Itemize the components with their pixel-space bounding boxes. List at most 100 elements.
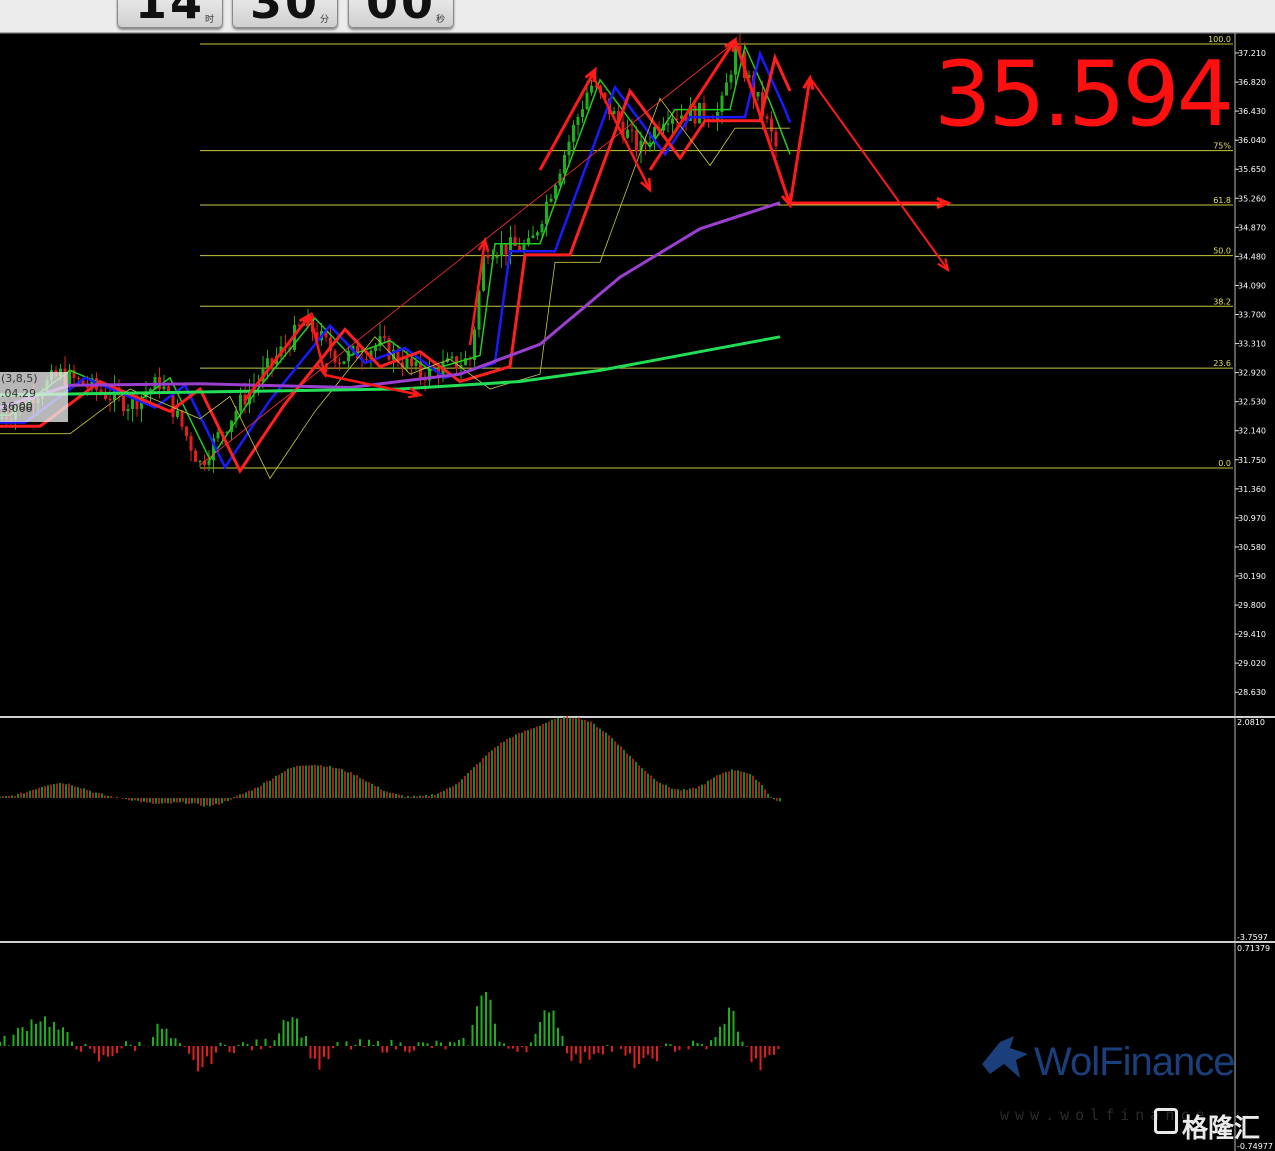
candle-body <box>671 118 674 124</box>
price-tick-label: 31.360 <box>1238 485 1266 494</box>
price-tick-label: 36.040 <box>1238 136 1266 145</box>
candle-body <box>162 386 166 390</box>
wolfinance-logo: WolFinance <box>980 1034 1250 1094</box>
price-tick-label: 34.870 <box>1238 223 1266 232</box>
wave-arrow-up <box>788 77 812 206</box>
current-price-label: 35.594 <box>934 42 1234 147</box>
price-tick-label: 30.580 <box>1238 543 1266 552</box>
ma-purple <box>0 201 781 410</box>
candle-body <box>500 243 503 257</box>
candle-body <box>77 377 80 379</box>
candle-body <box>194 450 197 462</box>
candle-body <box>504 243 508 255</box>
info-line-value: 3.066 <box>1 402 33 415</box>
candle-body <box>590 85 593 93</box>
candle-body <box>239 394 242 412</box>
wave-arrow-3 <box>324 373 421 397</box>
candle-body <box>365 358 368 360</box>
candle-body <box>450 356 454 359</box>
price-tick-label: 34.480 <box>1238 252 1266 261</box>
fib-level-label: 23.6 <box>1213 359 1231 368</box>
candle-body <box>765 116 769 119</box>
candle-body <box>666 123 670 125</box>
candle-body <box>648 142 652 145</box>
price-tick-label: 35.260 <box>1238 194 1266 203</box>
candle-body <box>635 130 638 152</box>
price-tick-label: 36.820 <box>1238 78 1266 87</box>
candle-body <box>626 129 629 138</box>
price-tick-label: 37.210 <box>1238 49 1266 58</box>
wave-arrow-down <box>809 77 949 271</box>
candle-body <box>198 460 202 462</box>
gelonghui-logo: 格隆汇 <box>1154 1108 1260 1145</box>
candle-body <box>189 436 193 451</box>
candle-body <box>545 201 548 224</box>
candle-body <box>585 92 589 110</box>
candle-body <box>774 131 778 147</box>
candle-body <box>581 109 584 118</box>
price-tick-label: 30.970 <box>1238 514 1266 523</box>
fib-level-label: 50.0 <box>1213 247 1231 256</box>
wolfinance-brand-text: WolFinance <box>1034 1040 1235 1084</box>
candle-body <box>180 410 184 427</box>
price-tick-label: 29.410 <box>1238 630 1266 639</box>
wolf-head-icon <box>982 1036 1028 1078</box>
candle-body <box>567 141 571 156</box>
candle-body <box>473 329 476 360</box>
candle-body <box>495 256 499 258</box>
fib-level-label: 0.0 <box>1218 459 1231 468</box>
price-tick-label: 32.530 <box>1238 398 1266 407</box>
price-tick-label: 32.920 <box>1238 369 1266 378</box>
macd-histogram <box>0 716 781 807</box>
candle-body <box>405 358 409 369</box>
price-tick-label: 32.140 <box>1238 427 1266 436</box>
candle-body <box>531 235 535 239</box>
candle-body <box>770 118 773 132</box>
price-tick-label: 34.090 <box>1238 281 1266 290</box>
candle-body <box>126 408 130 412</box>
indicator-info-box: (3,8,5) .04.29 16:00 3.066 <box>0 372 68 422</box>
candle-body <box>536 232 539 236</box>
candle-body <box>563 155 566 174</box>
candle-body <box>540 223 544 233</box>
price-tick-label: 30.190 <box>1238 572 1266 581</box>
price-tick-label: 29.020 <box>1238 659 1266 668</box>
price-tick-label: 33.700 <box>1238 310 1266 319</box>
price-tick-label: 33.310 <box>1238 340 1266 349</box>
info-line-params: (3,8,5) <box>1 372 38 385</box>
info-line-time: .04.29 16:00 <box>1 387 36 413</box>
fib-level-label: 38.2 <box>1213 297 1231 306</box>
trend-arrows[interactable] <box>199 36 952 466</box>
candle-body <box>549 198 553 202</box>
fib-level-label: 61.8 <box>1213 196 1231 205</box>
candle-body <box>266 358 269 369</box>
price-tick-label: 28.630 <box>1238 688 1266 697</box>
candle-body <box>185 426 188 437</box>
moving-averages <box>0 43 792 480</box>
candle-body <box>216 432 220 439</box>
candle-body <box>572 125 575 142</box>
sub-axis-label: 2.0810 <box>1237 718 1265 727</box>
price-tick-label: 35.650 <box>1238 165 1266 174</box>
candle-body <box>725 82 728 96</box>
wave-arrow-8 <box>733 39 792 206</box>
fib-anchor-line <box>199 41 736 466</box>
candle-body <box>410 358 413 366</box>
candle-body <box>414 361 418 366</box>
candle-body <box>342 361 346 364</box>
chart-canvas[interactable]: 100.075%61.850.038.223.60.0 37.21036.820… <box>0 0 1275 1151</box>
candle-body <box>383 336 386 339</box>
candle-body <box>729 74 733 83</box>
sub-axis-label: -3.7597 <box>1237 933 1268 942</box>
price-axis: 37.210 36.820 36.430 36.040 35.650 35.260 34.8… <box>1235 49 1273 1151</box>
candle-body <box>693 105 697 124</box>
candle-body <box>513 237 517 246</box>
gelonghui-icon <box>1154 1108 1178 1134</box>
candle-body <box>108 398 112 401</box>
oscillator-histogram <box>0 991 780 1072</box>
candle-body <box>630 129 634 131</box>
price-tick-label: 29.800 <box>1238 601 1266 610</box>
candle-body <box>338 362 341 364</box>
ma-yellow-thin <box>0 97 790 480</box>
candle-body <box>122 394 125 412</box>
